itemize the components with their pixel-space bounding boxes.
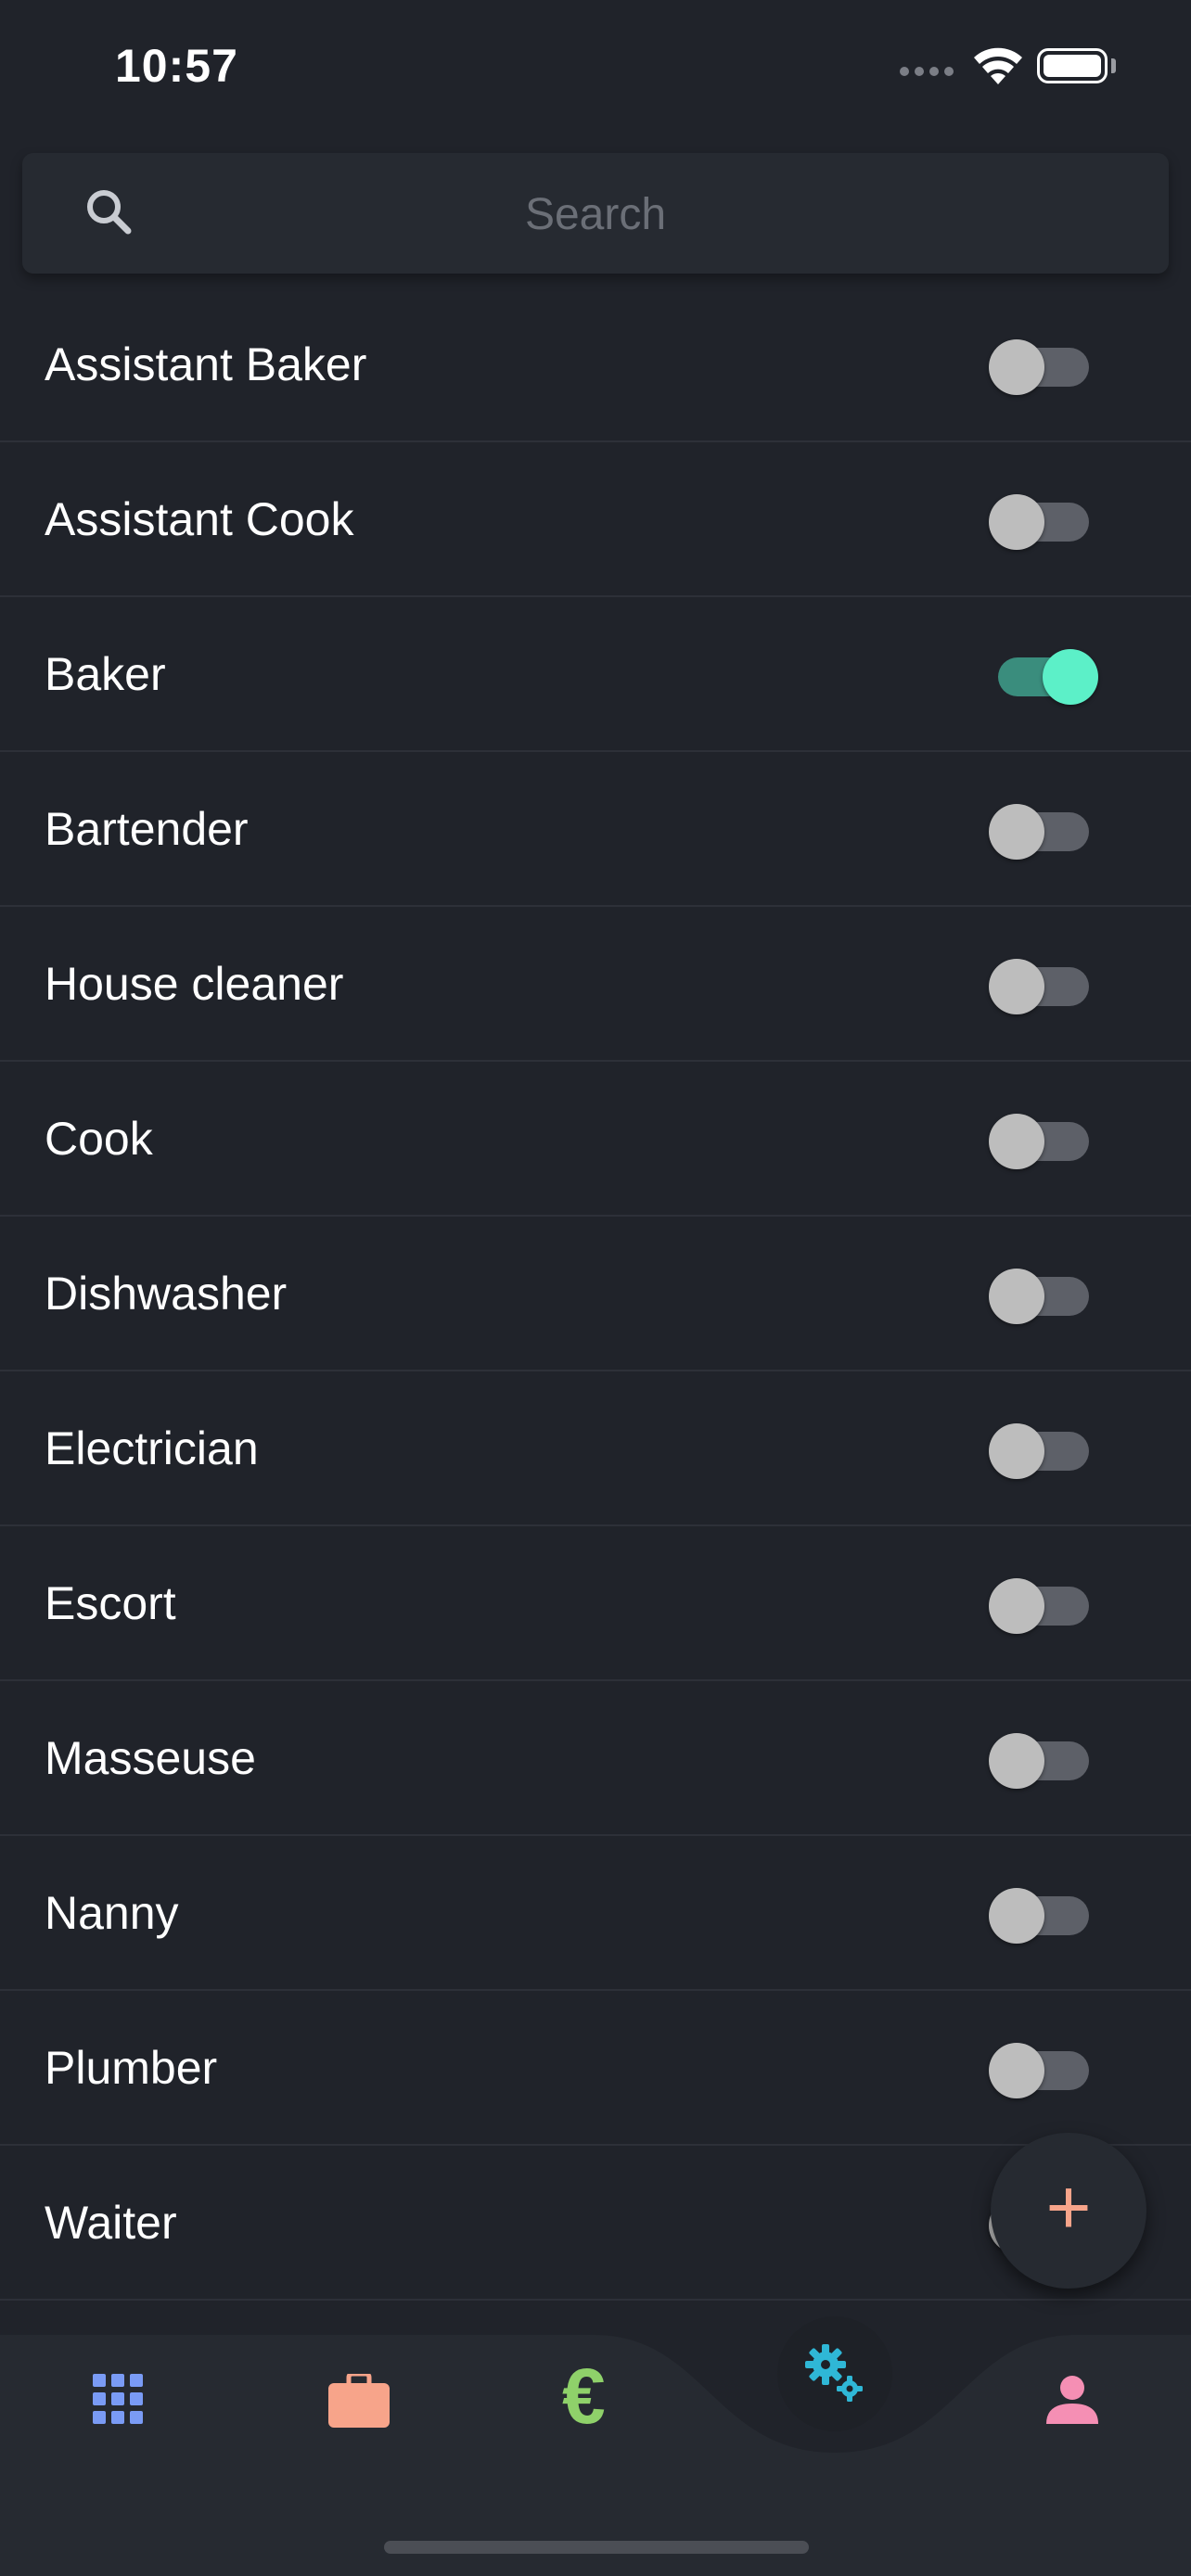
toggle-thumb [989,494,1044,550]
toggle-thumb [989,339,1044,395]
item-label: Bartender [45,803,249,855]
item-label: House cleaner [45,958,344,1010]
item-toggle[interactable] [989,1888,1098,1944]
gears-icon[interactable] [801,2340,868,2407]
home-indicator [384,2541,809,2554]
cellular-signal-icon [900,67,954,76]
toggle-thumb [989,1578,1044,1634]
wifi-icon [974,47,1022,84]
toggle-thumb [989,959,1044,1014]
list-item: Electrician [0,1371,1191,1526]
item-label: Electrician [45,1422,259,1474]
item-label: Nanny [45,1887,179,1939]
item-label: Cook [45,1113,153,1165]
status-bar: 10:57 [0,0,1191,139]
toggle-thumb [989,1733,1044,1789]
item-label: Assistant Baker [45,338,367,390]
item-label: Plumber [45,2042,218,2094]
person-icon[interactable] [1046,2376,1098,2424]
item-toggle[interactable] [989,494,1098,550]
list-item: Escort [0,1526,1191,1681]
item-toggle[interactable] [989,804,1098,860]
list-item: Masseuse [0,1681,1191,1836]
job-list: Assistant Baker Assistant Cook Baker Barten… [0,287,1191,2301]
toggle-thumb [989,2043,1044,2098]
list-item: Cook [0,1062,1191,1217]
list-item: Plumber [0,1991,1191,2146]
briefcase-icon[interactable] [328,2374,390,2428]
item-label: Dishwasher [45,1268,288,1320]
item-toggle[interactable] [989,339,1098,395]
euro-icon[interactable]: € [562,2350,606,2442]
search-bar[interactable] [22,153,1169,275]
list-item: Bartender [0,752,1191,907]
item-toggle[interactable] [989,649,1098,705]
add-button[interactable]: + [991,2133,1146,2289]
toggle-thumb [989,804,1044,860]
item-toggle[interactable] [989,959,1098,1014]
item-label: Baker [45,648,166,700]
list-item: Assistant Cook [0,442,1191,597]
item-label: Waiter [45,2197,177,2249]
list-item: Dishwasher [0,1217,1191,1371]
item-label: Masseuse [45,1732,256,1784]
item-toggle[interactable] [989,1114,1098,1169]
battery-icon [1037,48,1108,83]
item-toggle[interactable] [989,1733,1098,1789]
toggle-thumb [989,1269,1044,1324]
list-item: Assistant Baker [0,287,1191,442]
list-item: Nanny [0,1836,1191,1991]
toggle-thumb [989,1423,1044,1479]
grid-icon[interactable] [93,2374,143,2424]
list-item: Baker [0,597,1191,752]
item-toggle[interactable] [989,1423,1098,1479]
status-time: 10:57 [115,40,238,92]
list-item: House cleaner [0,907,1191,1062]
item-toggle[interactable] [989,2043,1098,2098]
search-input[interactable] [96,153,1095,275]
item-toggle[interactable] [989,1269,1098,1324]
item-toggle[interactable] [989,1578,1098,1634]
item-label: Escort [45,1577,176,1629]
toggle-thumb [989,1114,1044,1169]
item-label: Assistant Cook [45,493,354,545]
toggle-thumb [1043,649,1098,705]
toggle-thumb [989,1888,1044,1944]
